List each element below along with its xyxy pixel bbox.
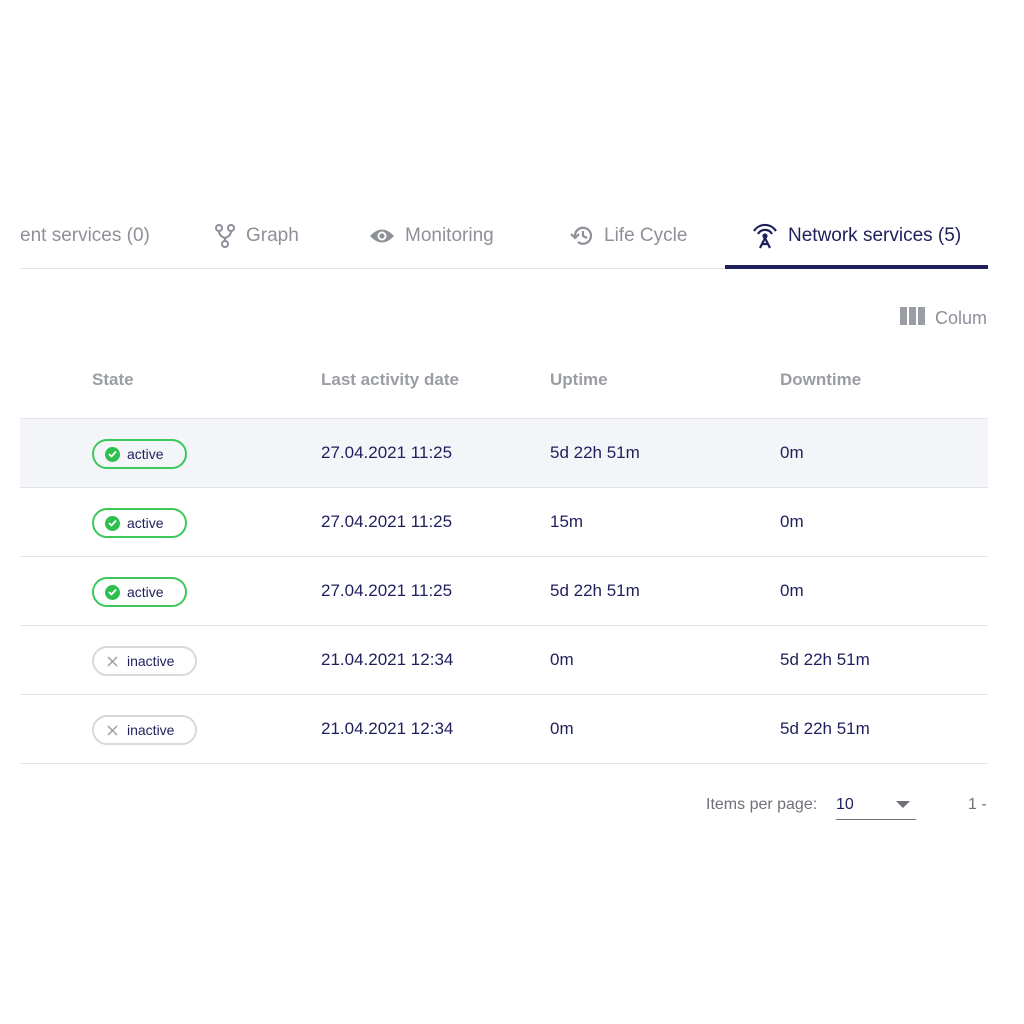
uptime-value: 15m bbox=[550, 512, 584, 531]
header-last-activity-date[interactable]: Last activity date bbox=[321, 370, 459, 390]
last-activity-date: 27.04.2021 11:25 bbox=[321, 512, 453, 531]
network-services-panel: ent services (0) Graph Monitoring Life C… bbox=[20, 0, 988, 1024]
table-row[interactable]: active 27.04.2021 11:25 5d 22h 51m 0m bbox=[20, 557, 988, 626]
status-badge: inactive bbox=[92, 646, 198, 676]
uptime-value: 0m bbox=[550, 650, 574, 669]
table-row[interactable]: inactive 21.04.2021 12:34 0m 5d 22h 51m bbox=[20, 695, 988, 764]
history-icon bbox=[570, 225, 594, 247]
items-per-page-label: Items per page: bbox=[706, 796, 818, 813]
paginator: Items per page: 10 1 - bbox=[20, 785, 988, 825]
status-text: inactive bbox=[127, 653, 175, 669]
status-badge: inactive bbox=[92, 715, 198, 745]
status-badge: active bbox=[92, 577, 187, 607]
tab-bar: ent services (0) Graph Monitoring Life C… bbox=[20, 205, 988, 269]
close-icon bbox=[105, 723, 120, 738]
last-activity-date: 21.04.2021 12:34 bbox=[321, 719, 454, 738]
tab-label: Graph bbox=[246, 225, 299, 246]
tab-network-services[interactable]: Network services (5) bbox=[752, 205, 961, 267]
check-circle-icon bbox=[105, 446, 120, 462]
tab-label: ent services (0) bbox=[20, 225, 150, 246]
graph-icon bbox=[214, 224, 236, 248]
status-badge: active bbox=[92, 439, 187, 469]
header-uptime[interactable]: Uptime bbox=[550, 370, 608, 390]
tab-label: Monitoring bbox=[405, 225, 494, 246]
antenna-icon bbox=[752, 223, 778, 249]
table-row[interactable]: active 27.04.2021 11:25 5d 22h 51m 0m bbox=[20, 419, 988, 488]
chevron-down-icon bbox=[896, 801, 910, 808]
check-circle-icon bbox=[105, 584, 120, 600]
downtime-value: 0m bbox=[780, 581, 804, 600]
downtime-value: 5d 22h 51m bbox=[780, 650, 870, 669]
tab-label: Network services (5) bbox=[788, 225, 962, 246]
downtime-value: 0m bbox=[780, 512, 804, 531]
status-text: active bbox=[127, 584, 164, 600]
tab-label: Life Cycle bbox=[604, 225, 688, 246]
close-icon bbox=[105, 654, 120, 669]
check-circle-icon bbox=[105, 515, 120, 531]
last-activity-date: 21.04.2021 12:34 bbox=[321, 650, 454, 669]
last-activity-date: 27.04.2021 11:25 bbox=[321, 443, 453, 462]
header-downtime[interactable]: Downtime bbox=[780, 370, 861, 390]
status-badge: active bbox=[92, 508, 187, 538]
status-text: inactive bbox=[127, 722, 175, 738]
tab-life-cycle[interactable]: Life Cycle bbox=[570, 205, 687, 267]
last-activity-date: 27.04.2021 11:25 bbox=[321, 581, 453, 600]
status-text: active bbox=[127, 515, 164, 531]
table-row[interactable]: active 27.04.2021 11:25 15m 0m bbox=[20, 488, 988, 557]
table-header: State Last activity date Uptime Downtime bbox=[20, 350, 988, 419]
columns-icon bbox=[900, 306, 925, 331]
uptime-value: 5d 22h 51m bbox=[550, 443, 640, 462]
tab-dependent-services[interactable]: ent services (0) bbox=[20, 205, 150, 267]
page-size-select[interactable]: 10 bbox=[836, 789, 916, 820]
uptime-value: 0m bbox=[550, 719, 574, 738]
uptime-value: 5d 22h 51m bbox=[550, 581, 640, 600]
status-text: active bbox=[127, 446, 164, 462]
columns-button[interactable]: Colum bbox=[900, 306, 987, 331]
columns-label: Colum bbox=[935, 308, 988, 328]
downtime-value: 5d 22h 51m bbox=[780, 719, 870, 738]
page-size-value: 10 bbox=[836, 796, 854, 813]
eye-icon bbox=[369, 227, 395, 245]
active-tab-indicator bbox=[725, 265, 988, 269]
tab-graph[interactable]: Graph bbox=[214, 205, 299, 267]
table-row[interactable]: inactive 21.04.2021 12:34 0m 5d 22h 51m bbox=[20, 626, 988, 695]
page-range-label: 1 - bbox=[968, 796, 987, 813]
header-state[interactable]: State bbox=[92, 370, 134, 390]
downtime-value: 0m bbox=[780, 443, 804, 462]
tab-monitoring[interactable]: Monitoring bbox=[369, 205, 494, 267]
